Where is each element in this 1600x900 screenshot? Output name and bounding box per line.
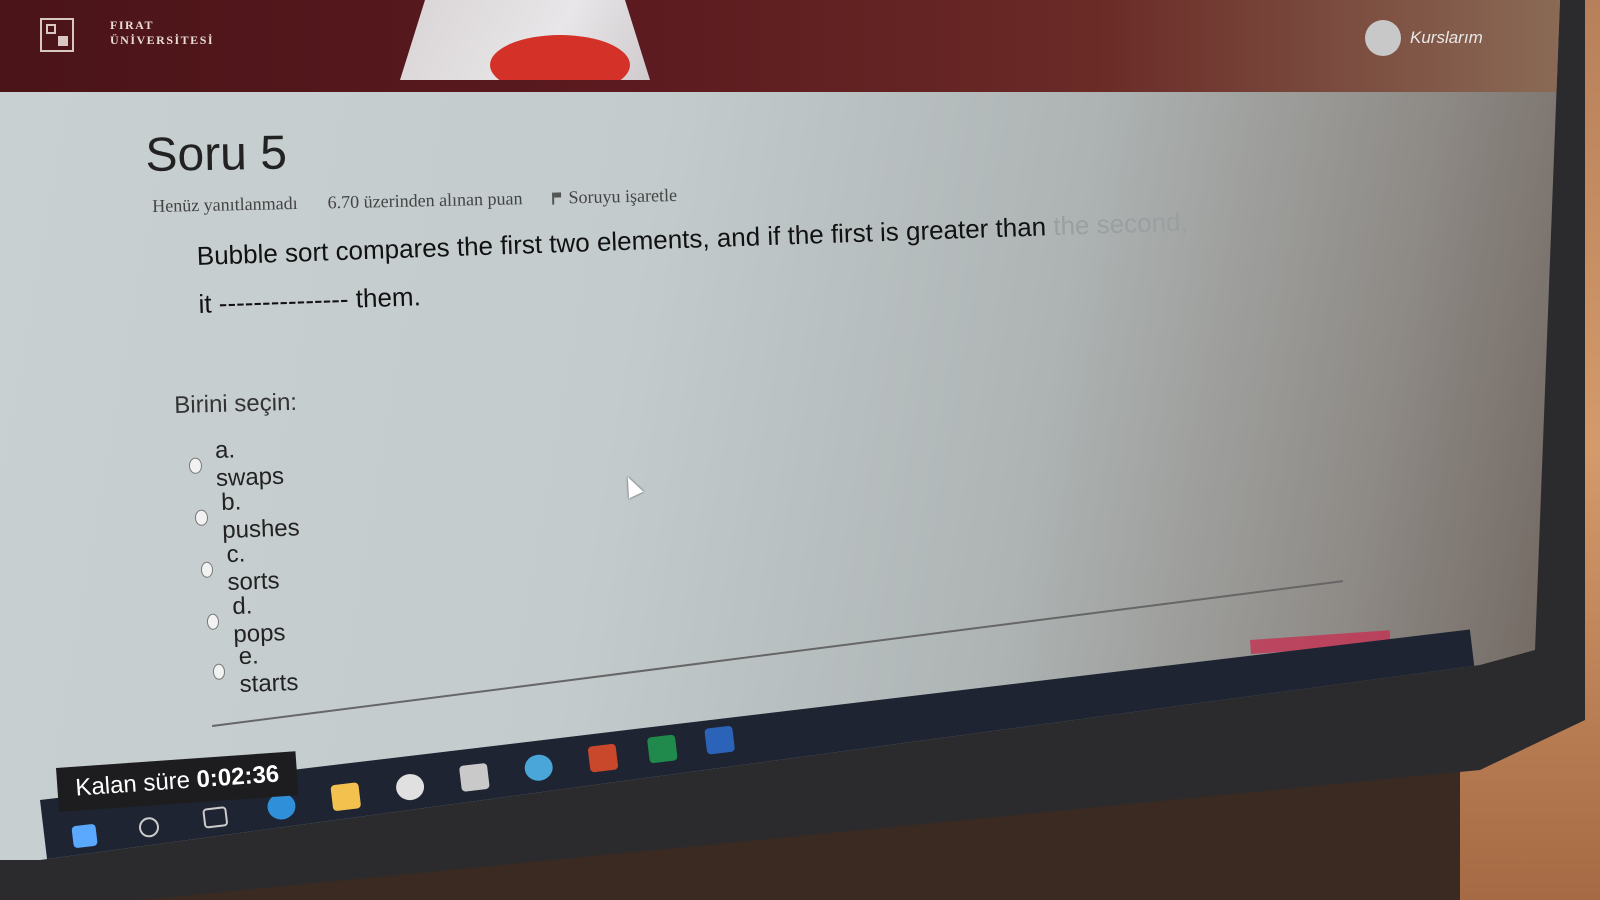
radio-button[interactable]	[200, 561, 214, 578]
university-name[interactable]: FIRAT ÜNİVERSİTESİ	[110, 18, 214, 48]
chrome-icon[interactable]	[394, 772, 426, 802]
answer-option-label: e. starts	[238, 642, 299, 699]
word-icon[interactable]	[704, 725, 736, 755]
question-meta: Henüz yanıtlanmadı 6.70 üzerinden alınan…	[152, 185, 677, 217]
user-avatar[interactable]	[1365, 20, 1401, 56]
radio-button[interactable]	[194, 509, 209, 526]
question-status: Henüz yanıtlanmadı	[152, 192, 298, 216]
store-icon[interactable]	[458, 762, 490, 792]
powerpoint-icon[interactable]	[587, 743, 619, 773]
media-icon[interactable]	[523, 753, 555, 783]
answer-option-label: d. pops	[231, 592, 286, 649]
time-remaining-value: 0:02:36	[195, 760, 281, 794]
answer-option-b[interactable]: b. pushes	[194, 486, 303, 546]
time-remaining-label: Kalan süre	[74, 766, 191, 802]
question-title: Soru 5	[145, 126, 288, 182]
site-header: FIRAT ÜNİVERSİTESİ Kurslarım	[0, 0, 1560, 92]
radio-button[interactable]	[206, 613, 220, 630]
answer-option-c[interactable]: c. sorts	[200, 539, 284, 598]
question-text: Bubble sort compares the first two eleme…	[196, 197, 1209, 328]
mouse-cursor-icon	[620, 473, 644, 499]
radio-button[interactable]	[212, 663, 226, 680]
question-points: 6.70 üzerinden alınan puan	[327, 188, 523, 213]
header-banner-image	[400, 0, 650, 80]
answer-option-label: b. pushes	[220, 488, 301, 545]
flag-icon	[552, 191, 563, 205]
answer-option-label: a. swaps	[214, 436, 285, 493]
search-icon[interactable]	[137, 816, 161, 839]
question-text-faded: the second,	[1052, 206, 1189, 242]
answer-option-label: c. sorts	[226, 540, 280, 597]
excel-icon[interactable]	[646, 734, 678, 764]
my-courses-link[interactable]: Kurslarım	[1410, 28, 1483, 48]
flag-question-link[interactable]: Soruyu işaretle	[552, 185, 677, 209]
answer-option-e[interactable]: e. starts	[212, 641, 303, 700]
university-logo-icon[interactable]	[40, 18, 74, 52]
radio-button[interactable]	[188, 457, 202, 474]
choose-one-label: Birini seçin:	[174, 388, 298, 419]
question-text-main: Bubble sort compares the first two eleme…	[196, 211, 1054, 271]
answer-option-a[interactable]: a. swaps	[188, 435, 288, 494]
windows-start-icon[interactable]	[71, 823, 98, 849]
task-view-icon[interactable]	[202, 806, 229, 829]
flag-question-label: Soruyu işaretle	[568, 185, 678, 208]
file-explorer-icon[interactable]	[330, 782, 362, 812]
question-text-line2: it --------------- them.	[197, 281, 422, 319]
